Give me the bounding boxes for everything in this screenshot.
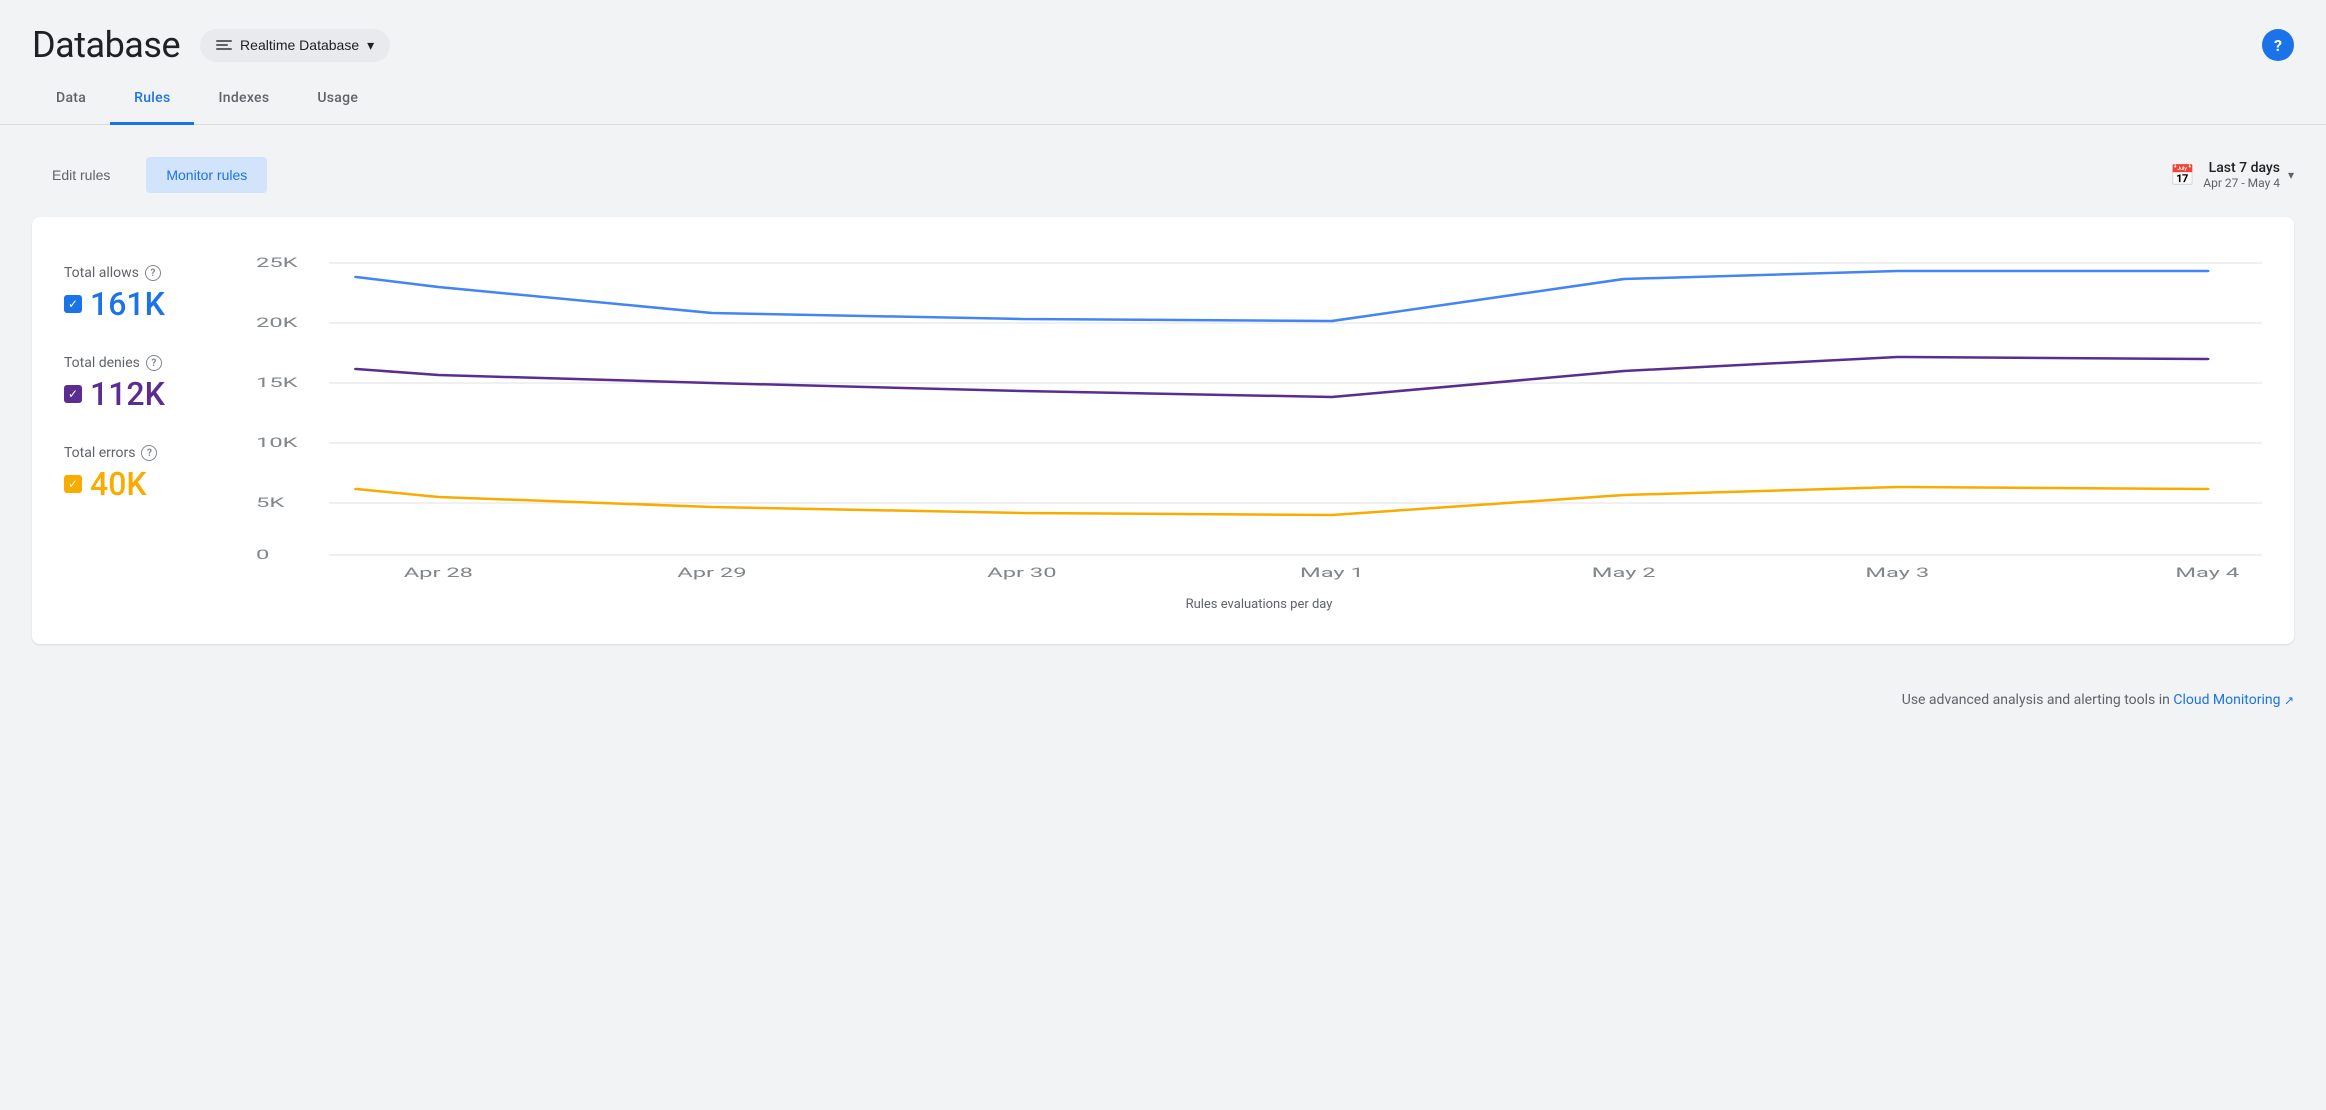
legend-allows: Total allows ? ✓ 161K (64, 265, 224, 323)
errors-info-icon[interactable]: ? (141, 445, 157, 461)
date-range-label: Last 7 days (2203, 160, 2280, 176)
main-content: Edit rules Monitor rules 📅 Last 7 days A… (0, 125, 2326, 676)
svg-text:25K: 25K (256, 255, 298, 271)
db-selector-label: Realtime Database (240, 37, 359, 53)
calendar-icon: 📅 (2170, 163, 2195, 187)
legend-errors-value: ✓ 40K (64, 465, 224, 503)
external-link-icon: ↗ (2284, 693, 2294, 707)
footer-note: Use advanced analysis and alerting tools… (0, 676, 2326, 724)
svg-text:May 1: May 1 (1300, 565, 1364, 581)
svg-text:Apr 28: Apr 28 (404, 565, 473, 581)
nav-tabs: Data Rules Indexes Usage (0, 74, 2326, 125)
chart-area: 25K 20K 15K 10K 5K 0 A (256, 249, 2262, 612)
chart-container: Total allows ? ✓ 161K Total denies ? ✓ (64, 249, 2262, 612)
tab-usage[interactable]: Usage (293, 74, 382, 125)
allows-info-icon[interactable]: ? (145, 265, 161, 281)
chart-legend: Total allows ? ✓ 161K Total denies ? ✓ (64, 249, 224, 612)
monitor-rules-button[interactable]: Monitor rules (146, 157, 267, 193)
legend-errors: Total errors ? ✓ 40K (64, 445, 224, 503)
legend-denies: Total denies ? ✓ 112K (64, 355, 224, 413)
errors-checkbox[interactable]: ✓ (64, 475, 82, 493)
chevron-down-icon: ▾ (367, 37, 374, 54)
footer-note-text: Use advanced analysis and alerting tools… (1902, 692, 2170, 708)
db-selector-icon (216, 40, 232, 50)
legend-denies-label: Total denies ? (64, 355, 224, 371)
svg-text:5K: 5K (256, 495, 284, 511)
svg-text:15K: 15K (256, 375, 298, 391)
total-errors-label-text: Total errors (64, 445, 135, 461)
toolbar: Edit rules Monitor rules 📅 Last 7 days A… (32, 157, 2294, 193)
total-denies-label-text: Total denies (64, 355, 140, 371)
svg-text:0: 0 (256, 547, 269, 563)
allows-checkbox[interactable]: ✓ (64, 295, 82, 313)
tab-data[interactable]: Data (32, 74, 110, 125)
page-header: Database Realtime Database ▾ ? (0, 0, 2326, 66)
chart-svg-element: 25K 20K 15K 10K 5K 0 A (256, 249, 2262, 589)
legend-errors-label: Total errors ? (64, 445, 224, 461)
chart-x-label: Rules evaluations per day (256, 597, 2262, 612)
db-selector-button[interactable]: Realtime Database ▾ (200, 29, 390, 62)
toolbar-left: Edit rules Monitor rules (32, 157, 267, 193)
legend-denies-value: ✓ 112K (64, 375, 224, 413)
date-range-selector[interactable]: 📅 Last 7 days Apr 27 - May 4 ▾ (2170, 160, 2294, 190)
edit-rules-button[interactable]: Edit rules (32, 157, 130, 193)
svg-text:May 4: May 4 (2175, 565, 2239, 581)
svg-text:10K: 10K (256, 435, 298, 451)
svg-text:May 3: May 3 (1865, 565, 1929, 581)
chart-card: Total allows ? ✓ 161K Total denies ? ✓ (32, 217, 2294, 644)
svg-text:Apr 30: Apr 30 (987, 565, 1056, 581)
legend-allows-label: Total allows ? (64, 265, 224, 281)
page-title: Database (32, 24, 180, 66)
cloud-monitoring-link[interactable]: Cloud Monitoring ↗ (2173, 692, 2294, 708)
svg-text:May 2: May 2 (1592, 565, 1656, 581)
date-range-sub: Apr 27 - May 4 (2203, 176, 2280, 190)
date-range-text: Last 7 days Apr 27 - May 4 (2203, 160, 2280, 190)
svg-text:Apr 29: Apr 29 (677, 565, 746, 581)
tab-rules[interactable]: Rules (110, 74, 194, 125)
legend-allows-value: ✓ 161K (64, 285, 224, 323)
help-icon[interactable]: ? (2262, 29, 2294, 61)
date-range-chevron-icon: ▾ (2288, 168, 2294, 182)
chart-svg: 25K 20K 15K 10K 5K 0 A (256, 249, 2262, 589)
total-allows-label-text: Total allows (64, 265, 139, 281)
tab-indexes[interactable]: Indexes (194, 74, 293, 125)
denies-checkbox[interactable]: ✓ (64, 385, 82, 403)
svg-text:20K: 20K (256, 315, 298, 331)
denies-info-icon[interactable]: ? (146, 355, 162, 371)
